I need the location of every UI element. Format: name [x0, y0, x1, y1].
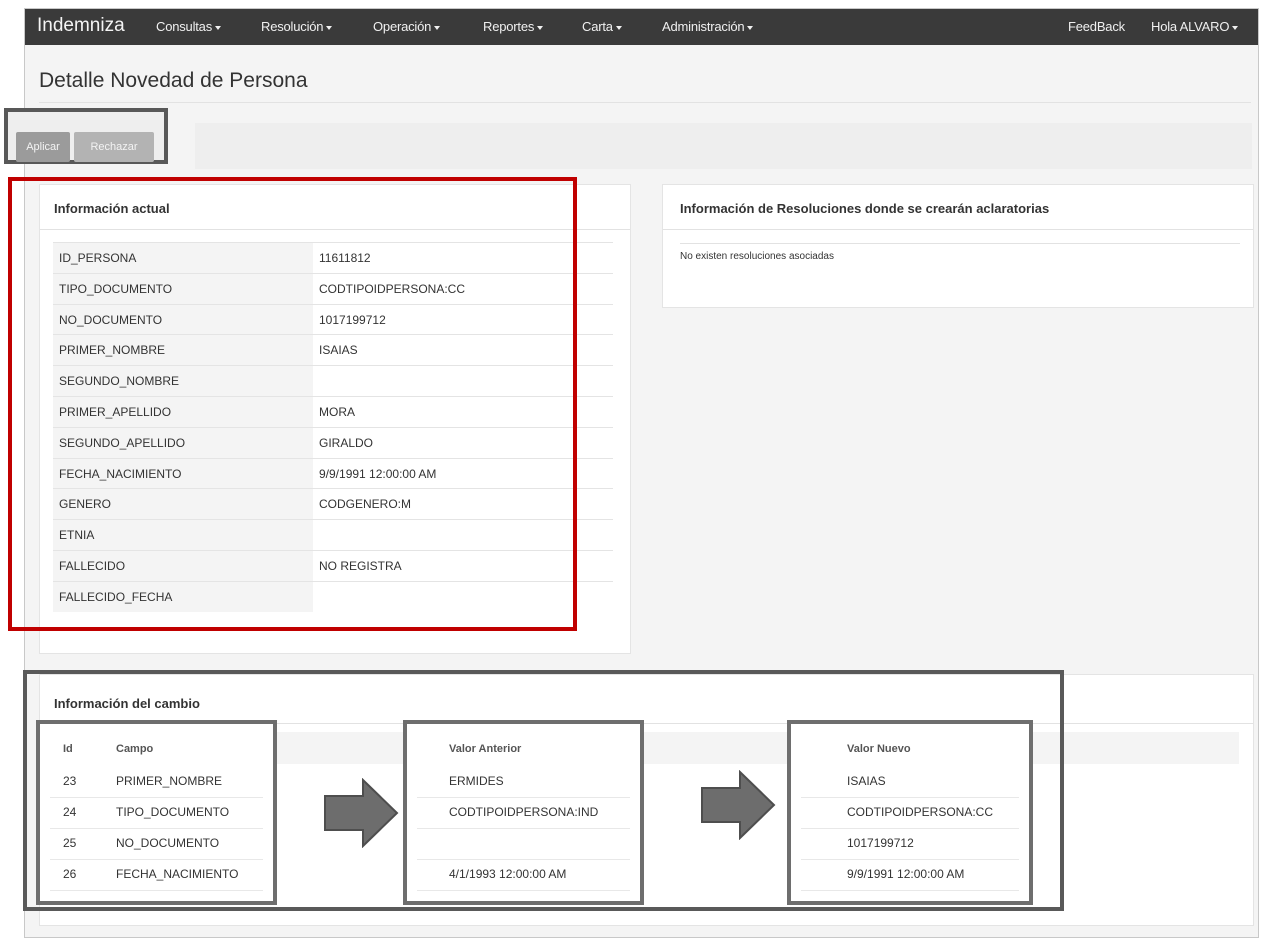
old-value-box: Valor Anterior ERMIDES CODTIPOIDPERSONA:I…	[403, 720, 644, 905]
old-value-cell: 4/1/1993 12:00:00 AM	[449, 867, 567, 881]
caret-down-icon	[615, 25, 622, 30]
change-field-cell: FECHA_NACIMIENTO	[116, 867, 239, 881]
change-id-cell: 26	[63, 867, 77, 881]
menu-operacion[interactable]: Operación	[373, 19, 441, 34]
brand-logo[interactable]: Indemniza	[37, 15, 125, 37]
new-value-cell: 9/9/1991 12:00:00 AM	[847, 867, 965, 881]
row-divider	[417, 890, 630, 891]
action-buttons-highlight: Aplicar Rechazar	[4, 108, 168, 164]
caret-down-icon	[537, 25, 544, 30]
change-id-cell: 24	[63, 805, 77, 819]
user-menu[interactable]: Hola ALVARO	[1151, 19, 1239, 34]
row-divider	[417, 859, 630, 860]
row-divider	[50, 828, 263, 829]
column-header-id: Id	[63, 743, 73, 755]
caret-down-icon	[1232, 25, 1239, 30]
empty-message: No existen resoluciones asociadas	[680, 251, 834, 262]
menu-reportes[interactable]: Reportes	[483, 19, 544, 34]
right-arrow-icon	[701, 770, 776, 840]
resolutions-panel: Información de Resoluciones donde se cre…	[662, 184, 1254, 308]
user-menu-label: Hola ALVARO	[1151, 19, 1230, 34]
apply-button[interactable]: Aplicar	[16, 132, 70, 162]
caret-down-icon	[215, 25, 222, 30]
change-field-cell: TIPO_DOCUMENTO	[116, 805, 230, 819]
table-divider	[680, 243, 1240, 244]
panel-divider	[663, 229, 1253, 230]
new-value-cell: CODTIPOIDPERSONA:CC	[847, 805, 994, 819]
change-field-cell: PRIMER_NOMBRE	[116, 774, 223, 788]
panel-heading: Información de Resoluciones donde se cre…	[680, 201, 1050, 216]
row-divider	[417, 828, 630, 829]
action-bar	[195, 123, 1252, 169]
right-arrow-icon	[324, 778, 399, 848]
column-header-field: Campo	[116, 743, 154, 755]
column-header-old: Valor Anterior	[449, 743, 522, 755]
new-value-cell: ISAIAS	[847, 774, 886, 788]
column-header-new: Valor Nuevo	[847, 743, 911, 755]
caret-down-icon	[747, 25, 754, 30]
old-value-cell: CODTIPOIDPERSONA:IND	[449, 805, 599, 819]
change-id-cell: 25	[63, 836, 77, 850]
row-divider	[801, 797, 1019, 798]
top-navbar: Indemniza Consultas Resolución Operación…	[25, 9, 1258, 45]
row-divider	[50, 859, 263, 860]
page-title: Detalle Novedad de Persona	[39, 69, 308, 92]
feedback-link[interactable]: FeedBack	[1068, 19, 1125, 34]
menu-label: Reportes	[483, 19, 535, 34]
change-field-cell: NO_DOCUMENTO	[116, 836, 220, 850]
id-field-box: Id Campo 23 PRIMER_NOMBRE 24 TIPO_DOCUMENTO…	[36, 720, 277, 905]
menu-label: Carta	[582, 19, 613, 34]
change-id-cell: 23	[63, 774, 77, 788]
reject-button[interactable]: Rechazar	[74, 132, 154, 162]
title-divider	[39, 102, 1251, 103]
menu-label: Consultas	[156, 19, 213, 34]
caret-down-icon	[434, 25, 441, 30]
new-value-cell: 1017199712	[847, 836, 914, 850]
row-divider	[50, 890, 263, 891]
menu-resolucion[interactable]: Resolución	[261, 19, 333, 34]
new-value-box: Valor Nuevo ISAIAS CODTIPOIDPERSONA:CC 101…	[787, 720, 1033, 905]
menu-label: Administración	[662, 19, 745, 34]
current-info-highlight	[8, 177, 577, 631]
menu-label: Resolución	[261, 19, 324, 34]
caret-down-icon	[326, 25, 333, 30]
row-divider	[801, 859, 1019, 860]
menu-administracion[interactable]: Administración	[662, 19, 754, 34]
menu-label: Operación	[373, 19, 432, 34]
menu-carta[interactable]: Carta	[582, 19, 622, 34]
row-divider	[801, 890, 1019, 891]
row-divider	[417, 797, 630, 798]
row-divider	[50, 797, 263, 798]
row-divider	[801, 828, 1019, 829]
old-value-cell: ERMIDES	[449, 774, 504, 788]
menu-consultas[interactable]: Consultas	[156, 19, 222, 34]
